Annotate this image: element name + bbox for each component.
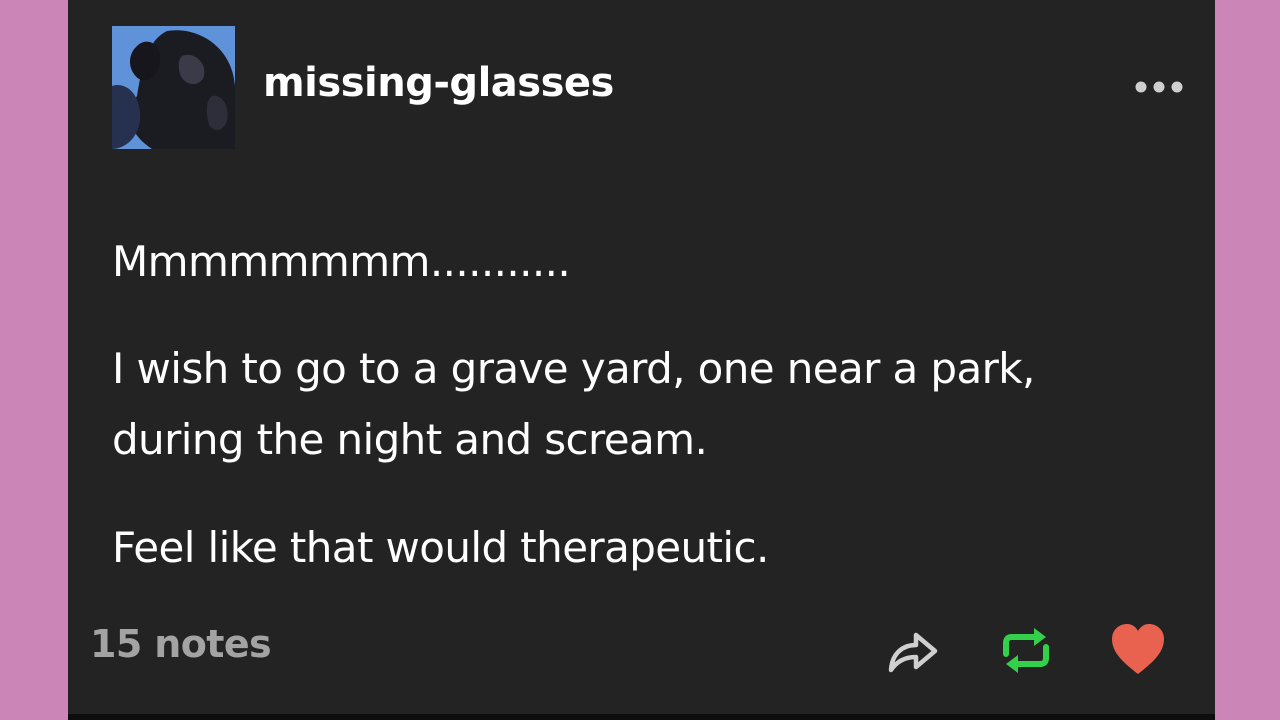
post-card: missing-glasses Mmmmmmmm........... I wi… [68, 0, 1215, 714]
post-paragraph-line: during the night and scream. [112, 415, 708, 464]
username[interactable]: missing-glasses [263, 60, 614, 106]
post-paragraph: Mmmmmmmm........... [112, 237, 571, 286]
more-options-icon[interactable] [1132, 74, 1186, 100]
share-icon[interactable] [882, 620, 942, 680]
heart-icon[interactable] [1108, 620, 1168, 680]
notes-count[interactable]: 15 notes [90, 622, 272, 666]
avatar-image [112, 26, 235, 149]
post-paragraph-line: I wish to go to a grave yard, one near a… [112, 344, 1035, 393]
avatar[interactable] [112, 26, 235, 149]
post-paragraph: I wish to go to a grave yard, one near a… [112, 333, 1162, 475]
reblog-icon[interactable] [996, 620, 1056, 680]
post-paragraph: Feel like that would therapeutic. [112, 523, 769, 572]
post-bottom-border [68, 714, 1215, 720]
